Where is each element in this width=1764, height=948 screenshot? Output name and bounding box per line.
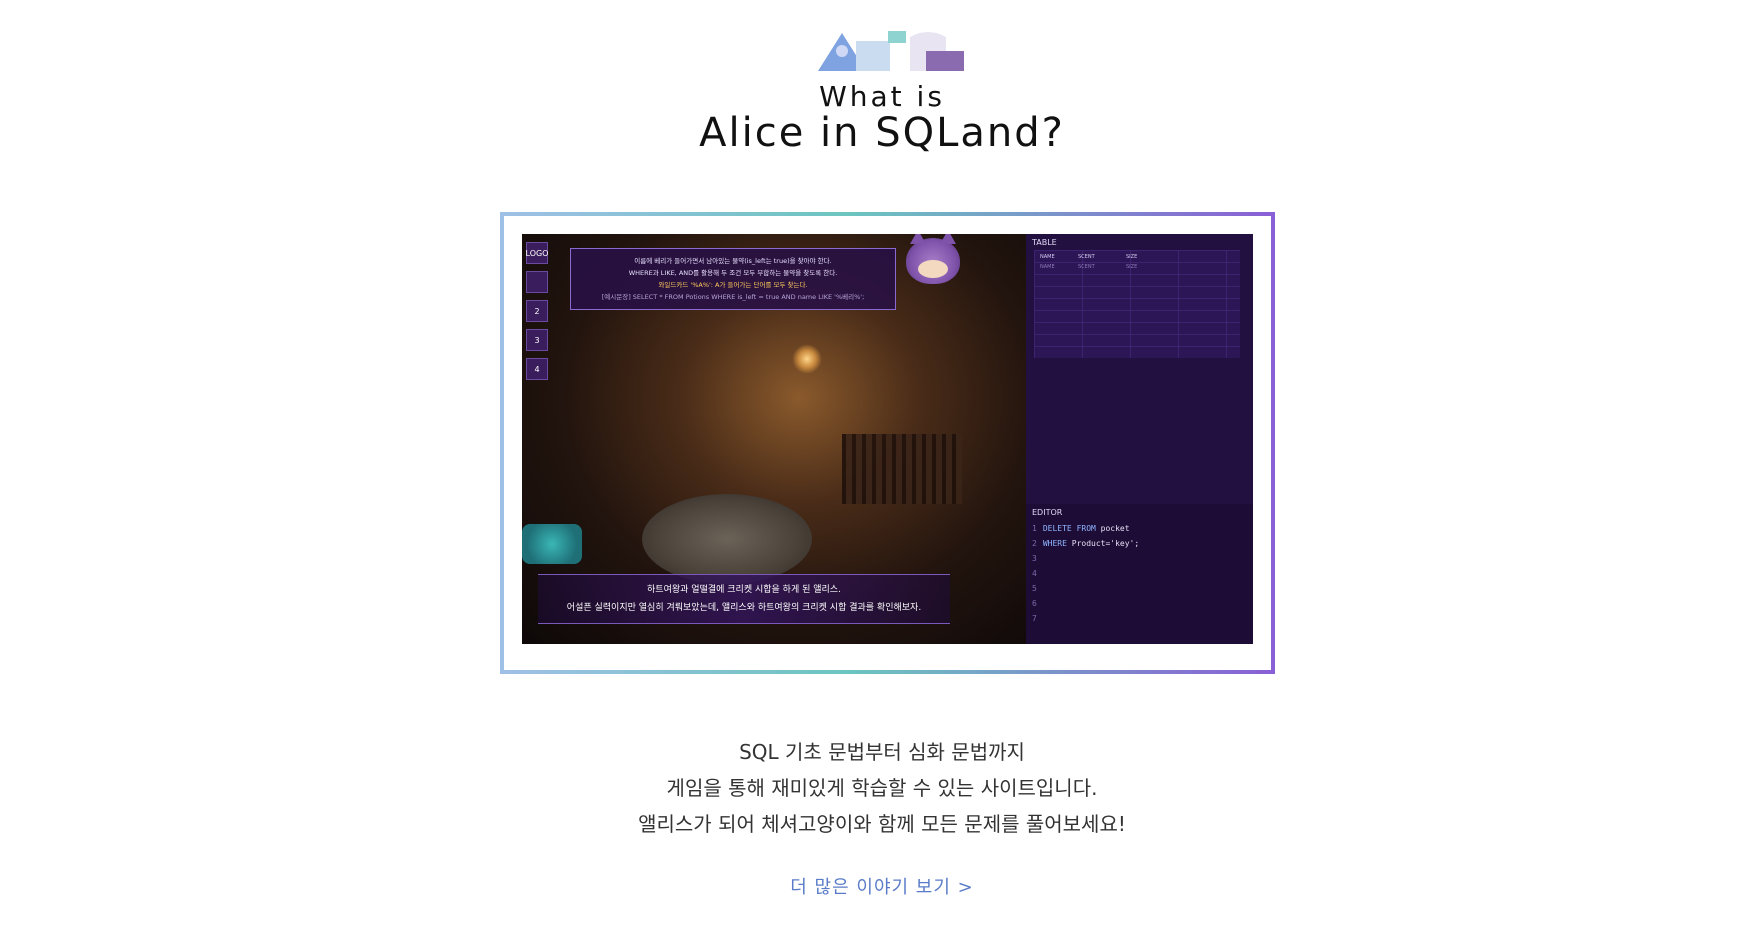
- code-line-3: 3: [1032, 554, 1043, 563]
- screenshot-frame-inner: LOGO 2 3 4 이름에 베리가 들어가면서 남아있는 물약(is_left…: [504, 216, 1271, 670]
- asc-logo-icon: [818, 27, 964, 75]
- code-text: Product='key';: [1071, 539, 1140, 548]
- table-cell-scent: SCENT: [1078, 264, 1095, 270]
- cat-face: [918, 260, 948, 278]
- code-line-5: 5: [1032, 584, 1043, 593]
- cat-ear-left: [910, 234, 926, 244]
- sql-editor: EDITOR 1 DELETE FROM pocket 2 WHERE Produc…: [1026, 504, 1253, 644]
- code-line-1: 1 DELETE FROM pocket: [1032, 524, 1130, 533]
- description-line-3: 앨리스가 되어 체셔고양이와 함께 모든 문제를 풀어보세요!: [638, 812, 1126, 836]
- line-number: 3: [1032, 554, 1037, 563]
- dialogue-subtitle: 하트여왕과 얼떨결에 크리켓 시합을 하게 된 앨리스. 어설픈 실력이지만 열…: [538, 574, 950, 624]
- chandelier-light: [792, 344, 822, 374]
- line-number: 5: [1032, 584, 1037, 593]
- table-cell-size: SIZE: [1126, 264, 1138, 270]
- code-text: pocket: [1100, 524, 1130, 533]
- site-description: SQL 기초 문법부터 심화 문법까지 게임을 통해 재미있게 학습할 수 있는…: [0, 734, 1764, 842]
- nav-stage-4-button: 4: [526, 358, 548, 380]
- subtitle-line-1: 하트여왕과 얼떨결에 크리켓 시합을 하게 된 앨리스.: [647, 585, 841, 595]
- line-number: 4: [1032, 569, 1037, 578]
- code-line-4: 4: [1032, 569, 1043, 578]
- line-number: 6: [1032, 599, 1037, 608]
- table-panel: TABLE NAME SCENT SIZE NAME SCENT SIZE: [1026, 234, 1253, 504]
- table-header-name: NAME: [1040, 254, 1055, 260]
- page-title: Alice in SQLand?: [699, 110, 1065, 156]
- subtitle-line-2: 어설픈 실력이지만 열심히 겨뤄보았는데, 앨리스와 하트여왕의 크리켓 시합 …: [566, 603, 922, 613]
- nav-stage-2-button: 2: [526, 300, 548, 322]
- code-keyword: FROM: [1076, 524, 1096, 533]
- table-header-size: SIZE: [1126, 254, 1138, 260]
- game-screenshot: LOGO 2 3 4 이름에 베리가 들어가면서 남아있는 물약(is_left…: [522, 234, 1253, 644]
- teal-chair: [522, 524, 582, 564]
- hint-box: 이름에 베리가 들어가면서 남아있는 물약(is_left는 true)을 찾아…: [570, 248, 896, 310]
- round-rug: [642, 494, 812, 584]
- description-line-1: SQL 기초 문법부터 심화 문법까지: [739, 740, 1025, 764]
- nav-stage-3-button: 3: [526, 329, 548, 351]
- table-cell-name: NAME: [1040, 264, 1055, 270]
- more-stories-link[interactable]: 더 많은 이야기 보기 >: [0, 873, 1764, 899]
- line-number: 7: [1032, 614, 1037, 623]
- table-header-scent: SCENT: [1078, 254, 1095, 260]
- stair-railing: [842, 434, 962, 504]
- cat-ear-right: [940, 234, 956, 244]
- table-panel-label: TABLE: [1032, 238, 1057, 247]
- code-line-7: 7: [1032, 614, 1043, 623]
- screenshot-frame: LOGO 2 3 4 이름에 베리가 들어가면서 남아있는 물약(is_left…: [500, 212, 1275, 674]
- code-line-6: 6: [1032, 599, 1043, 608]
- hint-line-2: WHERE과 LIKE, AND를 활용해 두 조건 모두 부합하는 물약을 찾…: [628, 269, 838, 277]
- nav-logo-button: LOGO: [526, 242, 548, 264]
- line-number: 1: [1032, 524, 1037, 533]
- hint-example: [예시문장] SELECT * FROM Potions WHERE is_le…: [601, 293, 865, 301]
- cheshire-cat-icon: [906, 234, 960, 284]
- description-line-2: 게임을 통해 재미있게 학습할 수 있는 사이트입니다.: [666, 776, 1098, 800]
- intro-small-title: What is: [819, 80, 945, 113]
- line-number: 2: [1032, 539, 1037, 548]
- hint-line-1: 이름에 베리가 들어가면서 남아있는 물약(is_left는 true)을 찾아…: [634, 257, 832, 265]
- game-scene: LOGO 2 3 4 이름에 베리가 들어가면서 남아있는 물약(is_left…: [522, 234, 1026, 644]
- code-line-2: 2 WHERE Product='key';: [1032, 539, 1139, 548]
- editor-panel-label: EDITOR: [1032, 508, 1063, 517]
- game-side-panel: TABLE NAME SCENT SIZE NAME SCENT SIZE ED…: [1026, 234, 1253, 644]
- hint-line-3: 와일드카드 '%A%': A가 들어가는 단어를 모두 찾는다.: [658, 281, 808, 289]
- nav-map-button: [526, 271, 548, 293]
- code-keyword: DELETE: [1042, 524, 1072, 533]
- game-left-nav: LOGO 2 3 4: [526, 242, 548, 387]
- code-keyword: WHERE: [1042, 539, 1067, 548]
